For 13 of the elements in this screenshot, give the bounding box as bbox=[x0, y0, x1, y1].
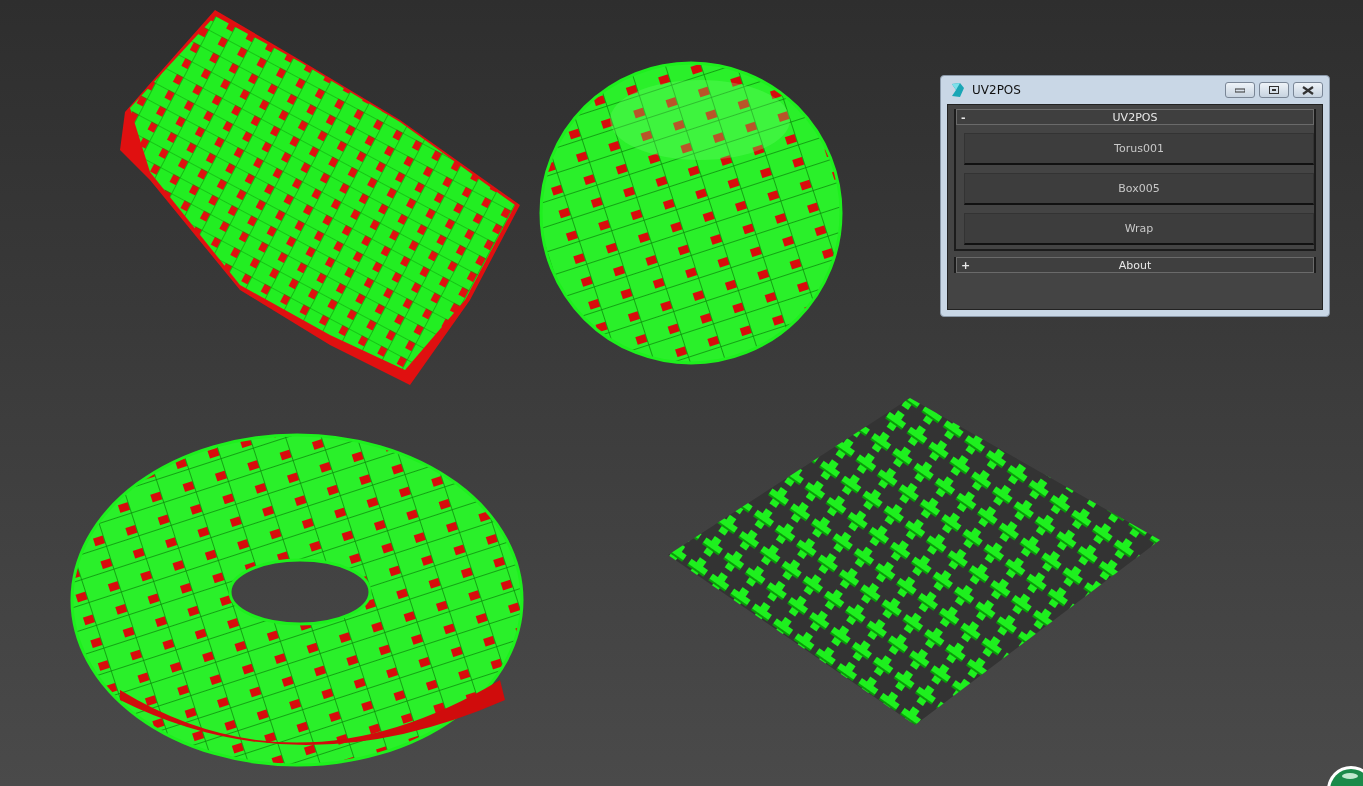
rollout-header[interactable]: + About bbox=[956, 257, 1314, 273]
corner-badge-icon bbox=[1327, 766, 1363, 786]
maximize-button[interactable] bbox=[1259, 82, 1289, 98]
rollout-header[interactable]: - UV2POS bbox=[956, 109, 1314, 125]
close-button[interactable] bbox=[1293, 82, 1323, 98]
object-button[interactable]: Torus001 bbox=[964, 133, 1314, 165]
maximize-icon bbox=[1269, 86, 1279, 94]
object-button[interactable]: Box005 bbox=[964, 173, 1314, 205]
window-title: UV2POS bbox=[972, 83, 1022, 97]
object-button[interactable]: Wrap bbox=[964, 213, 1314, 245]
app-logo-icon bbox=[950, 82, 966, 98]
close-icon bbox=[1302, 85, 1314, 95]
minimize-icon bbox=[1235, 87, 1245, 93]
